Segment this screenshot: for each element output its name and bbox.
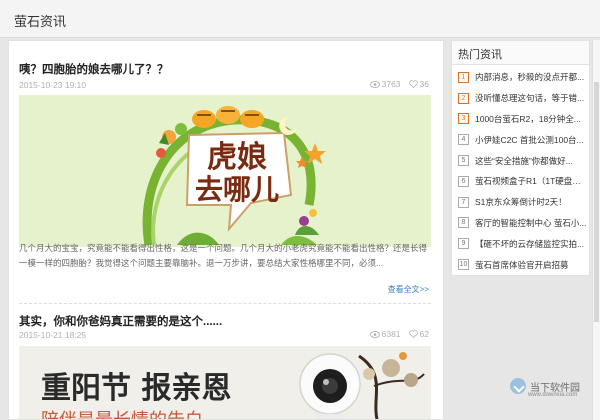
hot-news-item[interactable]: 7 S1京东众筹倒计时2天！ [452, 192, 589, 213]
hot-news-label: 小伊娃C2C 首批公测100台... [475, 134, 584, 145]
chongyang-banner-art: 重阳节 报亲恩 陪伴是最长情的告白 [19, 346, 431, 420]
rank-badge: 8 [458, 217, 469, 229]
rank-badge: 2 [458, 92, 469, 104]
rank-badge: 6 [458, 175, 469, 187]
svg-text:虎娘: 虎娘 [207, 140, 267, 175]
rank-badge: 9 [458, 238, 469, 250]
hot-news-label: 客厅的智能控制中心 萤石小... [475, 217, 587, 228]
hot-news-label: S1京东众筹倒计时2天！ [475, 197, 567, 208]
views-count: 3763 [381, 79, 401, 89]
site-watermark: 当下软件园 www.downxia.com [510, 378, 580, 398]
rank-badge: 10 [458, 259, 469, 271]
hot-news-label: 【砸不坏的云存储监控实拍... [475, 238, 585, 249]
rank-badge: 4 [458, 134, 469, 146]
hot-news-item[interactable]: 8 客厅的智能控制中心 萤石小... [452, 213, 589, 234]
eye-icon [369, 80, 380, 88]
watermark-url: www.downxia.com [528, 392, 578, 398]
page-title: 萤石资讯 [14, 14, 67, 29]
hot-news-label: 1000台萤石R2，18分钟全... [475, 113, 581, 124]
hot-news-label: 内部消息，秒殺的没点开都... [475, 72, 585, 83]
likes-count: 36 [419, 79, 429, 89]
hot-news-label: 萤石首席体验官开启招募 [475, 259, 569, 270]
article-stats: 6381 62 [369, 329, 429, 339]
article-stats: 3763 36 [369, 79, 429, 89]
likes-count: 62 [419, 329, 429, 339]
hot-news-list: 1 内部消息，秒殺的没点开都... 2 没听懂总理这句话，等于错... 3 1000台… [452, 65, 589, 275]
top-bar: 萤石资讯 [0, 0, 600, 38]
article-feed[interactable]: 咦？四胞胎的娘去哪儿了？？ 2015-10-23 19:10 3763 36 虎… [8, 40, 444, 420]
scrollbar-thumb[interactable] [594, 82, 599, 322]
hot-news-label: 没听懂总理这句话，等于错... [475, 93, 585, 104]
views-stat: 3763 [369, 79, 401, 89]
hot-news-item[interactable]: 9 【砸不坏的云存储监控实拍... [452, 233, 589, 254]
hot-news-item[interactable]: 10 萤石首席体验官开启招募 [452, 254, 589, 275]
article-excerpt: 几个月大的宝宝，究竟能不能看得出性格，这是一个问题。几个月大的小老虎究竟能不能看… [19, 243, 428, 268]
hot-news-panel: 热门资讯 1 内部消息，秒殺的没点开都... 2 没听懂总理这句话，等于错... 3… [451, 40, 590, 276]
eye-icon [369, 330, 380, 338]
hot-news-item[interactable]: 1 内部消息，秒殺的没点开都... [452, 67, 589, 88]
hot-news-item[interactable]: 5 这些“安全措施”你都做好... [452, 150, 589, 171]
hot-news-item[interactable]: 4 小伊娃C2C 首批公测100台... [452, 129, 589, 150]
download-logo-icon [510, 378, 526, 394]
banner-headline: 重阳节 报亲恩 [41, 371, 231, 406]
hot-news-label: 这些“安全措施”你都做好... [475, 155, 573, 166]
article-hero-image[interactable]: 虎娘 去哪儿 [19, 95, 431, 247]
hot-news-item[interactable]: 3 1000台萤石R2，18分钟全... [452, 109, 589, 130]
banner-subline: 陪伴是最长情的告白 [41, 410, 203, 420]
article-divider [19, 303, 431, 304]
hot-news-label: 萤石视频盒子R1（1T硬盘豪... [475, 176, 587, 187]
hot-news-title: 热门资讯 [452, 41, 589, 65]
heart-icon [408, 330, 418, 338]
vertical-scrollbar[interactable] [592, 40, 600, 420]
likes-stat[interactable]: 62 [408, 329, 429, 339]
likes-stat[interactable]: 36 [408, 79, 429, 89]
article-title[interactable]: 其实，你和你爸妈真正需要的是这个...... [19, 313, 222, 329]
article-date: 2015-10-21 18:25 [19, 330, 87, 340]
article-date: 2015-10-23 19:10 [19, 80, 87, 90]
article-hero-image[interactable]: 重阳节 报亲恩 陪伴是最长情的告白 [19, 346, 431, 420]
article-title[interactable]: 咦？四胞胎的娘去哪儿了？？ [19, 61, 169, 77]
hot-news-item[interactable]: 6 萤石视频盒子R1（1T硬盘豪... [452, 171, 589, 192]
rank-badge: 3 [458, 113, 469, 125]
tiger-banner-art: 虎娘 去哪儿 [19, 95, 431, 247]
svg-text:去哪儿: 去哪儿 [195, 173, 279, 206]
rank-badge: 1 [458, 71, 469, 83]
read-more-link[interactable]: 查看全文>> [388, 284, 429, 295]
hot-news-item[interactable]: 2 没听懂总理这句话，等于错... [452, 88, 589, 109]
rank-badge: 5 [458, 155, 469, 167]
heart-icon [408, 80, 418, 88]
views-stat: 6381 [369, 329, 401, 339]
rank-badge: 7 [458, 196, 469, 208]
views-count: 6381 [381, 329, 401, 339]
